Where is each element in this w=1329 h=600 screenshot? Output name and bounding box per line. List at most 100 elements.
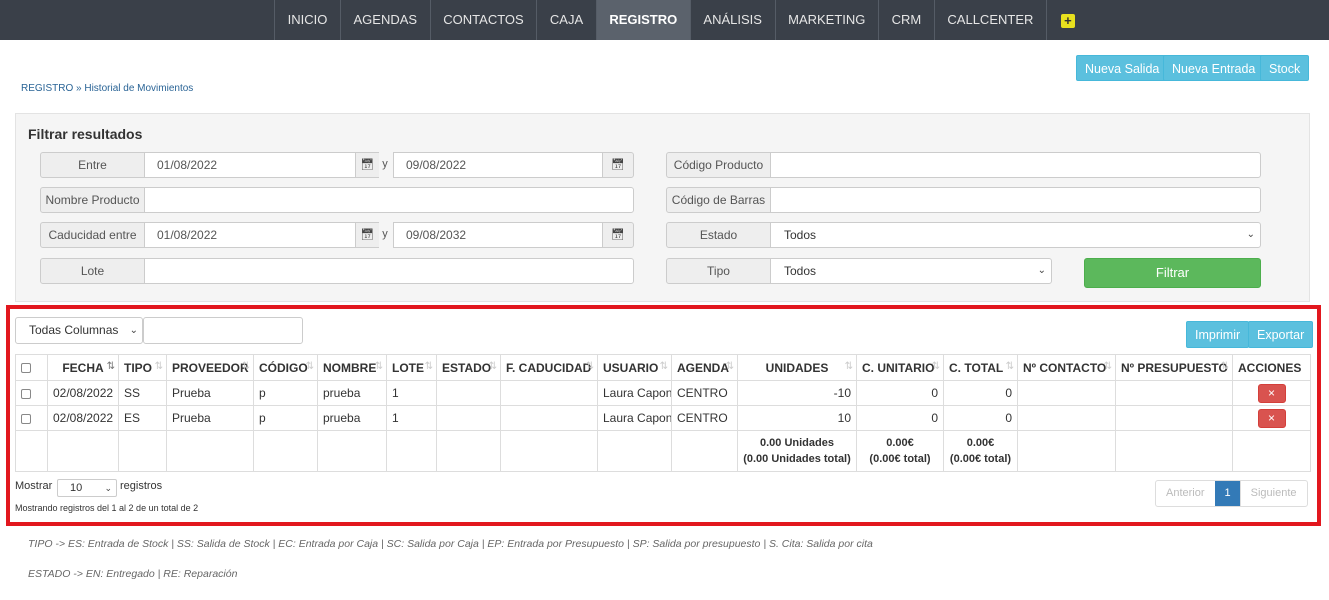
nav-item-marketing[interactable]: MARKETING xyxy=(776,0,880,40)
breadcrumb-root-link[interactable]: REGISTRO xyxy=(21,83,73,94)
sort-icon: ⇅ xyxy=(424,361,433,372)
header-label: USUARIO xyxy=(603,360,659,375)
page-length-value: 10 xyxy=(70,482,83,494)
sort-desc-icon: ⇅ xyxy=(106,361,115,372)
calendar-icon[interactable]: 📅︎ xyxy=(602,222,634,248)
header-n-contacto[interactable]: Nº CONTACTO ⇅ xyxy=(1017,354,1116,381)
select-all-checkbox[interactable] xyxy=(21,363,31,374)
tipo-select[interactable]: Todos ⌄ xyxy=(770,258,1052,284)
lote-input[interactable] xyxy=(144,258,634,284)
select-all-header[interactable] xyxy=(15,354,48,381)
estado-select[interactable]: Todos ⌄ xyxy=(770,222,1261,248)
codigo-barras-label: Código de Barras xyxy=(666,187,771,213)
cell-agenda: CENTRO xyxy=(671,405,738,431)
calendar-icon[interactable]: 📅︎ xyxy=(602,152,634,178)
calendar-icon[interactable]: 📅︎ xyxy=(355,152,379,178)
nav-item-caja[interactable]: CAJA xyxy=(537,0,597,40)
exportar-button[interactable]: Exportar xyxy=(1248,321,1314,348)
registros-label: registros xyxy=(120,480,163,492)
header-estado[interactable]: ESTADO ⇅ xyxy=(436,354,501,381)
header-unidades[interactable]: UNIDADES ⇅ xyxy=(737,354,857,381)
pagination-page[interactable]: 1 xyxy=(1214,481,1241,506)
breadcrumb-current-link[interactable]: Historial de Movimientos xyxy=(84,83,193,94)
nav-item-crm[interactable]: CRM xyxy=(879,0,935,40)
caducidad-from-input[interactable]: 01/08/2022 xyxy=(144,222,356,248)
sort-icon: ⇅ xyxy=(1220,361,1229,372)
plus-icon: + xyxy=(1060,13,1075,28)
sort-icon: ⇅ xyxy=(374,361,383,372)
stock-button[interactable]: Stock xyxy=(1260,55,1310,81)
cell-proveedor: Prueba xyxy=(166,405,254,431)
header-nombre[interactable]: NOMBRE ⇅ xyxy=(317,354,387,381)
header-proveedor[interactable]: PROVEEDOR ⇅ xyxy=(166,354,254,381)
page-length-select[interactable]: 10 ⌄ xyxy=(57,479,117,497)
cell-unidades: 10 xyxy=(737,405,857,431)
sort-icon: ⇅ xyxy=(931,361,940,372)
cell-total: 0 xyxy=(943,380,1018,406)
cell-proveedor: Prueba xyxy=(166,380,254,406)
entre-to-input[interactable]: 09/08/2022 xyxy=(393,152,603,178)
header-label: NOMBRE xyxy=(323,360,377,375)
caducidad-to-input[interactable]: 09/08/2032 xyxy=(393,222,603,248)
nueva-salida-button[interactable]: Nueva Salida xyxy=(1076,55,1169,81)
nav-item-inicio[interactable]: INICIO xyxy=(275,0,341,40)
cell-tipo: SS xyxy=(118,380,167,406)
codigo-producto-input[interactable] xyxy=(770,152,1261,178)
table-search-input[interactable] xyxy=(143,317,303,344)
cell-estado xyxy=(436,405,501,431)
nombre-producto-label: Nombre Producto xyxy=(40,187,145,213)
codigo-barras-input[interactable] xyxy=(770,187,1261,213)
total-total: 0.00€ (0.00€ total) xyxy=(943,430,1018,472)
nav-item-analisis[interactable]: ANÁLISIS xyxy=(691,0,776,40)
header-label: Nº CONTACTO xyxy=(1023,360,1107,375)
cell-contacto xyxy=(1017,405,1116,431)
nav-item-agendas[interactable]: AGENDAS xyxy=(341,0,431,40)
delete-button[interactable]: × xyxy=(1257,383,1286,403)
nueva-entrada-button[interactable]: Nueva Entrada xyxy=(1163,55,1265,81)
header-caducidad[interactable]: F. CADUCIDAD ⇅ xyxy=(500,354,598,381)
header-lote[interactable]: LOTE ⇅ xyxy=(386,354,437,381)
table-header-row: FECHA ⇅ TIPO ⇅ PROVEEDOR ⇅ CÓDIGO ⇅ NOMBRE ⇅ … xyxy=(15,354,1311,381)
header-c-unitario[interactable]: C. UNITARIO ⇅ xyxy=(856,354,944,381)
header-agenda[interactable]: AGENDA ⇅ xyxy=(671,354,738,381)
nav-item-contactos[interactable]: CONTACTOS xyxy=(431,0,538,40)
cell-unidades: -10 xyxy=(737,380,857,406)
nav-add-button[interactable]: + xyxy=(1047,0,1089,40)
cell-caducidad xyxy=(500,380,598,406)
entre-from-input[interactable]: 01/08/2022 xyxy=(144,152,356,178)
header-tipo[interactable]: TIPO ⇅ xyxy=(118,354,167,381)
cell-acciones: × xyxy=(1232,405,1311,431)
caducidad-label: Caducidad entre xyxy=(40,222,145,248)
nav-item-callcenter[interactable]: CALLCENTER xyxy=(935,0,1047,40)
movements-table: FECHA ⇅ TIPO ⇅ PROVEEDOR ⇅ CÓDIGO ⇅ NOMBRE ⇅ … xyxy=(15,354,1311,472)
imprimir-button[interactable]: Imprimir xyxy=(1186,321,1250,348)
entre-label: Entre xyxy=(40,152,145,178)
header-label: C. UNITARIO xyxy=(862,360,935,375)
cell-presupuesto xyxy=(1115,405,1233,431)
row-checkbox[interactable] xyxy=(21,388,31,399)
cell-presupuesto xyxy=(1115,380,1233,406)
header-codigo[interactable]: CÓDIGO ⇅ xyxy=(253,354,318,381)
row-checkbox[interactable] xyxy=(21,413,31,424)
cell-total: 0 xyxy=(943,405,1018,431)
header-c-total[interactable]: C. TOTAL ⇅ xyxy=(943,354,1018,381)
nav-item-registro[interactable]: REGISTRO xyxy=(596,0,691,40)
pagination-previous[interactable]: Anterior xyxy=(1156,481,1215,506)
filtrar-button[interactable]: Filtrar xyxy=(1084,258,1261,288)
total-unitario: 0.00€ (0.00€ total) xyxy=(856,430,944,472)
cell-estado xyxy=(436,380,501,406)
header-n-presupuesto[interactable]: Nº PRESUPUESTO ⇅ xyxy=(1115,354,1233,381)
cell-usuario: Laura Capon xyxy=(597,380,672,406)
sort-icon: ⇅ xyxy=(488,361,497,372)
cell-contacto xyxy=(1017,380,1116,406)
column-select[interactable]: Todas Columnas ⌄ xyxy=(15,317,143,344)
cell-lote: 1 xyxy=(386,405,437,431)
nombre-producto-input[interactable] xyxy=(144,187,634,213)
pagination-next[interactable]: Siguiente xyxy=(1241,481,1307,506)
header-usuario[interactable]: USUARIO ⇅ xyxy=(597,354,672,381)
tipo-select-value: Todos xyxy=(784,264,817,278)
calendar-icon[interactable]: 📅︎ xyxy=(355,222,379,248)
header-fecha[interactable]: FECHA ⇅ xyxy=(47,354,119,381)
delete-button[interactable]: × xyxy=(1257,408,1286,428)
cell-tipo: ES xyxy=(118,405,167,431)
